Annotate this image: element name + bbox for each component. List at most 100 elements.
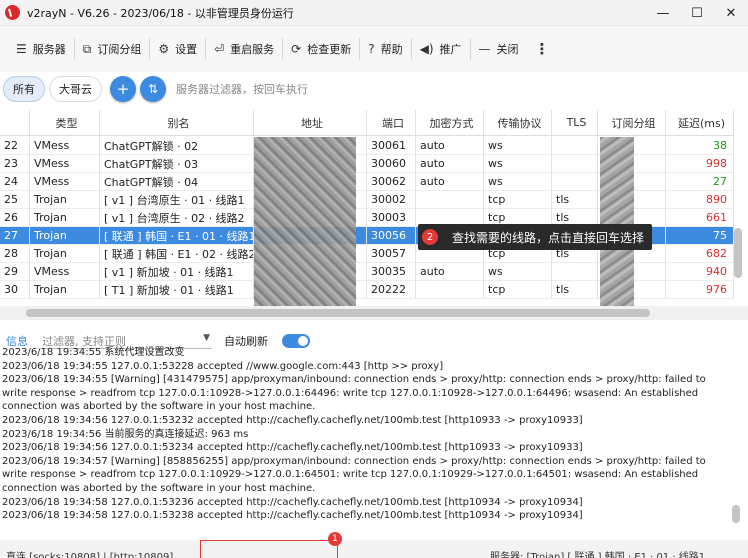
row-tls bbox=[552, 137, 598, 155]
hint-tooltip: 2 查找需要的线路，点击直接回车选择 bbox=[418, 224, 653, 250]
col-transport-header[interactable]: 传输协议 bbox=[484, 110, 552, 135]
row-port: 30060 bbox=[367, 155, 416, 173]
row-type: Trojan bbox=[30, 245, 100, 263]
row-index: 30 bbox=[0, 281, 30, 299]
window-title: v2rayN - V6.26 - 2023/06/18 - 以非管理员身份运行 bbox=[27, 6, 294, 20]
menu-label: 推广 bbox=[439, 43, 462, 56]
hint-text: 查找需要的线路，点击直接回车选择 bbox=[452, 230, 645, 245]
row-delay: 940 bbox=[666, 263, 734, 281]
row-index: 27 bbox=[0, 227, 30, 245]
row-alias: ChatGPT解锁 · 04 bbox=[100, 173, 254, 191]
row-tls bbox=[552, 263, 598, 281]
row-delay: 38 bbox=[666, 137, 734, 155]
row-type: Trojan bbox=[30, 281, 100, 299]
log-line: 2023/06/18 19:34:56 127.0.0.1:53232 acce… bbox=[2, 414, 583, 426]
row-port: 30057 bbox=[367, 245, 416, 263]
grid-vscroll-thumb[interactable] bbox=[734, 228, 742, 278]
more-menu-button[interactable]: ⋮ bbox=[527, 26, 564, 72]
row-port: 30056 bbox=[367, 227, 416, 245]
row-index: 29 bbox=[0, 263, 30, 281]
row-alias: [ 联通 ] 韩国 · E1 · 02 · 线路2 bbox=[100, 245, 254, 263]
row-transport: ws bbox=[484, 137, 552, 155]
log-line: 2023/06/18 19:34:55 [Warning] [431479575… bbox=[2, 374, 709, 413]
row-index: 23 bbox=[0, 155, 30, 173]
row-delay: 661 bbox=[666, 209, 734, 227]
col-subscription-header[interactable]: 订阅分组 bbox=[598, 110, 666, 135]
add-group-button[interactable]: + bbox=[110, 76, 136, 102]
log-line: 2023/6/18 19:34:55 系统代理设置改变 bbox=[2, 347, 185, 358]
row-delay: 682 bbox=[666, 245, 734, 263]
row-tls: tls bbox=[552, 191, 598, 209]
col-address-header[interactable]: 地址 bbox=[254, 110, 367, 135]
row-port: 30061 bbox=[367, 137, 416, 155]
subscription-icon: ⧉ bbox=[82, 41, 92, 56]
menu-list-icon: ☰ bbox=[16, 42, 27, 56]
subscription-column-mosaic bbox=[600, 137, 634, 306]
status-bar: 直连 [socks:10808] | [http:10809] 服务器: [Tr… bbox=[0, 540, 748, 558]
row-tls bbox=[552, 155, 598, 173]
col-type-header[interactable]: 类型 bbox=[30, 110, 100, 135]
grid-vertical-scrollbar[interactable] bbox=[728, 110, 748, 306]
row-encryption: auto bbox=[416, 173, 484, 191]
row-encryption: auto bbox=[416, 155, 484, 173]
row-tls bbox=[552, 173, 598, 191]
menu-promotion[interactable]: ◀) 推广 bbox=[412, 26, 470, 72]
row-alias: ChatGPT解锁 · 02 bbox=[100, 137, 254, 155]
status-current-server: 服务器: [Trojan] [ 联通 ] 韩国 · E1 · 01 · 线路1 bbox=[490, 552, 706, 558]
maximize-button[interactable]: ☐ bbox=[680, 0, 714, 26]
col-delay-header[interactable]: 延迟(ms) bbox=[666, 110, 734, 135]
row-tls: tls bbox=[552, 281, 598, 299]
gear-icon: ⚙ bbox=[158, 42, 170, 56]
row-port: 30003 bbox=[367, 209, 416, 227]
grid-hscroll-thumb[interactable] bbox=[26, 309, 650, 317]
more-vertical-icon: ⋮ bbox=[534, 40, 550, 58]
row-type: VMess bbox=[30, 155, 100, 173]
row-port: 20222 bbox=[367, 281, 416, 299]
minimize-button[interactable]: — bbox=[646, 0, 680, 26]
col-encryption-header[interactable]: 加密方式 bbox=[416, 110, 484, 135]
col-alias-header[interactable]: 别名 bbox=[100, 110, 254, 135]
menu-servers[interactable]: ☰ 服务器 bbox=[8, 26, 74, 72]
highlight-box bbox=[200, 540, 338, 558]
row-delay: 27 bbox=[666, 173, 734, 191]
row-type: Trojan bbox=[30, 209, 100, 227]
row-transport: ws bbox=[484, 263, 552, 281]
menu-help[interactable]: ? 帮助 bbox=[360, 26, 410, 72]
row-type: VMess bbox=[30, 263, 100, 281]
menu-restart-service[interactable]: ⏎ 重启服务 bbox=[206, 26, 282, 72]
row-transport: tcp bbox=[484, 281, 552, 299]
row-alias: ChatGPT解锁 · 03 bbox=[100, 155, 254, 173]
menu-label: 重启服务 bbox=[230, 43, 275, 56]
log-line: 2023/06/18 19:34:55 127.0.0.1:53228 acce… bbox=[2, 360, 444, 372]
row-alias: [ v1 ] 台湾原生 · 02 · 线路2 bbox=[100, 209, 254, 227]
close-window-button[interactable]: ✕ bbox=[714, 0, 748, 26]
refresh-icon: ⟳ bbox=[291, 42, 302, 56]
menu-check-update[interactable]: ⟳ 检查更新 bbox=[283, 26, 359, 72]
row-delay: 75 bbox=[666, 227, 734, 245]
row-transport: ws bbox=[484, 173, 552, 191]
grid-horizontal-scrollbar[interactable] bbox=[0, 306, 748, 320]
row-index: 25 bbox=[0, 191, 30, 209]
title-bar: v2rayN - V6.26 - 2023/06/18 - 以非管理员身份运行 … bbox=[0, 0, 748, 26]
log-vscroll-thumb[interactable] bbox=[732, 505, 740, 523]
log-line: 2023/06/18 19:34:58 127.0.0.1:53238 acce… bbox=[2, 510, 583, 522]
server-filter-input[interactable]: 服务器过滤器，按回车执行 bbox=[176, 81, 316, 97]
row-delay: 976 bbox=[666, 281, 734, 299]
menu-settings[interactable]: ⚙ 设置 bbox=[150, 26, 205, 72]
sort-groups-button[interactable]: ⇅ bbox=[140, 76, 166, 102]
col-tls-header[interactable]: TLS bbox=[552, 110, 598, 135]
row-transport: ws bbox=[484, 155, 552, 173]
group-chip-dageyun[interactable]: 大哥云 bbox=[49, 76, 102, 102]
row-index: 26 bbox=[0, 209, 30, 227]
menu-subscription-group[interactable]: ⧉ 订阅分组 bbox=[75, 26, 150, 72]
col-port-header[interactable]: 端口 bbox=[367, 110, 416, 135]
col-index-header[interactable] bbox=[0, 110, 30, 135]
row-port: 30035 bbox=[367, 263, 416, 281]
log-line: 2023/6/18 19:34:56 当前服务的真连接延迟: 963 ms bbox=[2, 428, 249, 440]
log-output: 2023/6/18 19:34:55 系统代理设置改变 2023/06/18 19… bbox=[0, 346, 728, 526]
log-line: 2023/06/18 19:34:56 127.0.0.1:53234 acce… bbox=[2, 442, 583, 454]
row-port: 30062 bbox=[367, 173, 416, 191]
chevron-down-icon[interactable]: ▼ bbox=[203, 333, 210, 343]
group-chip-all[interactable]: 所有 bbox=[3, 76, 45, 102]
menu-close[interactable]: — 关闭 bbox=[471, 26, 527, 72]
